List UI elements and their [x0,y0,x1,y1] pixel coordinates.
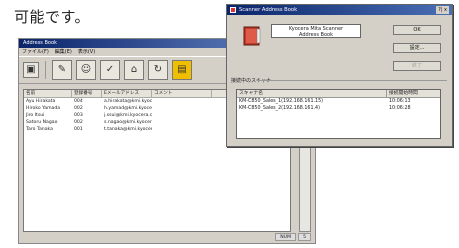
connect-time: 10:06:28 [389,106,411,111]
scanner-dialog-title: Scanner Address Book [239,7,298,13]
header-line-2: Address Book [299,32,333,38]
scanner-name: KM-C850_Sales_2(192.168.161.4) [239,106,320,111]
menu-view[interactable]: 表示(V) [78,48,95,56]
menu-file[interactable]: ファイル(F) [22,48,49,56]
print-icon[interactable]: ▣ [23,62,39,78]
connect-time: 10:06:13 [389,99,411,104]
app-icon [230,7,236,13]
group-divider [257,80,447,81]
column-comment[interactable]: コメント [152,90,212,97]
help-close-controls[interactable]: ?| x [436,6,449,14]
row-number: 003 [74,113,83,118]
column-email[interactable]: Eメールアドレス [102,90,152,97]
connected-scanner-list[interactable]: スキャナ名 接続開始時間 KM-C850_Sales_1(192.168.161… [236,89,441,139]
scanner-header-box: Kyocera Mita Scanner Address Book [271,24,361,38]
row-number: 002 [74,106,83,111]
row-email: t.tanaka@kmi.kyocera.co... [104,127,152,132]
settings-button[interactable]: 設定... [393,43,441,53]
row-name: Taro Tanaka [26,127,53,132]
row-name: Ayu Hirakata [26,99,56,104]
scanner-dialog-titlebar: Scanner Address Book ?| x [227,5,452,15]
status-count: 5 [298,233,311,241]
row-name: Hiroko Yamada [26,106,61,111]
row-email: s.nagao@kmi.kyocera.co... [104,120,152,125]
row-email: j.ssui@kmi.kyocera.co... [104,113,152,118]
row-number: 001 [74,127,83,132]
row-number: 002 [74,120,83,125]
row-email: a.hirakata@kmi.kyocera.co.. [104,99,152,104]
check-icon[interactable]: ✓ [100,60,120,80]
column-connect-time[interactable]: 接続開始時間 [387,90,440,97]
scanner-name: KM-C850_Sales_1(192.168.161.15) [239,99,324,104]
address-book-icon [243,26,261,46]
edit-icon[interactable]: ✎ [52,60,72,80]
column-name[interactable]: 名前 [24,90,72,97]
table-row[interactable]: KM-C850_Sales_1(192.168.161.15) 10:06:13 [237,98,440,105]
row-number: 004 [74,99,83,104]
scanner-list-header: スキャナ名 接続開始時間 [237,90,440,98]
row-email: h.yamad@kmi.kyocera.co... [104,106,152,111]
row-name: Jiro Itsui [26,113,45,118]
status-bar: NUM 5 [23,233,311,241]
scanner-icon[interactable]: ⌂ [124,60,144,80]
book-icon[interactable]: ▤ [172,60,192,80]
scanner-address-book-dialog: Scanner Address Book ?| x Kyocera Mita S… [226,4,453,147]
table-row[interactable]: KM-C850_Sales_2(192.168.161.4) 10:06:28 [237,105,440,112]
ok-button[interactable]: OK [393,25,441,35]
column-number[interactable]: 登録番号 [72,90,102,97]
column-scanner-name[interactable]: スキャナ名 [237,90,387,97]
doc-text: 可能です。 [14,8,91,26]
add-user-icon[interactable]: ☺ [76,60,96,80]
menu-edit[interactable]: 編集(E) [55,48,72,56]
refresh-icon[interactable]: ↻ [148,60,168,80]
row-name: Satoru Nagao [26,120,58,125]
status-num: NUM [275,233,297,241]
exit-button[interactable]: 終了 [393,61,441,71]
toolbar-separator [45,61,46,79]
